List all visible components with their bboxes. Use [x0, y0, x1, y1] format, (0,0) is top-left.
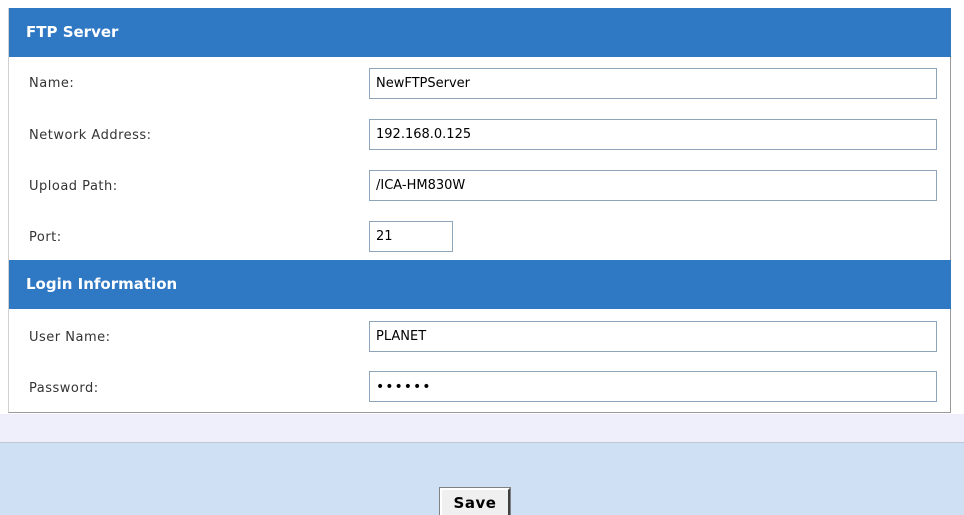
- ftp-server-section-title: FTP Server: [26, 23, 119, 41]
- save-button[interactable]: Save: [439, 487, 511, 515]
- panel-gap-band: [0, 414, 964, 442]
- name-field[interactable]: [369, 68, 937, 99]
- ftp-server-section-header: FTP Server: [9, 8, 951, 57]
- port-field[interactable]: [369, 221, 453, 252]
- port-label: Port:: [29, 230, 62, 245]
- network-address-label: Network Address:: [29, 128, 152, 143]
- settings-panel: FTP Server Name: Network Address: Upload…: [8, 8, 951, 413]
- login-information-section-header: Login Information: [9, 260, 951, 309]
- upload-path-field[interactable]: [369, 170, 937, 201]
- login-information-section-title: Login Information: [26, 275, 178, 293]
- user-name-label: User Name:: [29, 330, 111, 345]
- name-label: Name:: [29, 76, 75, 91]
- network-address-field[interactable]: [369, 119, 937, 150]
- password-field[interactable]: [369, 371, 937, 402]
- password-label: Password:: [29, 381, 99, 396]
- upload-path-label: Upload Path:: [29, 179, 118, 194]
- user-name-field[interactable]: [369, 321, 937, 352]
- ftp-settings-page: FTP Server Name: Network Address: Upload…: [0, 0, 964, 515]
